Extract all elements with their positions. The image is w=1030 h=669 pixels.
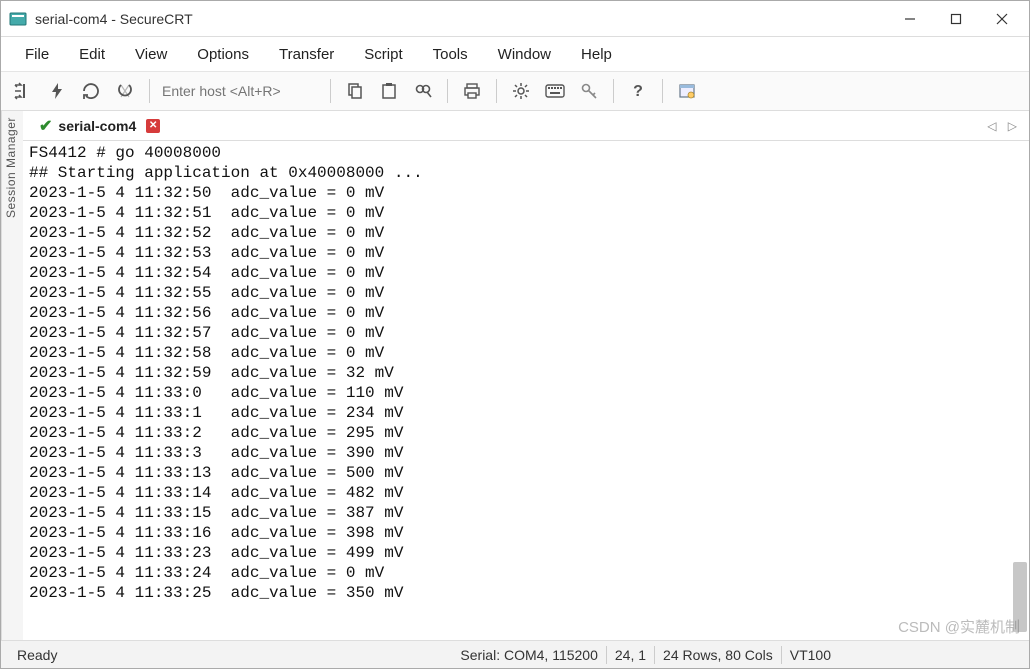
toolbar-separator	[447, 79, 448, 103]
menu-file[interactable]: File	[13, 42, 61, 67]
status-serial: Serial: COM4, 115200	[454, 647, 603, 663]
tab-nav-arrows[interactable]: ◁ ▷	[987, 119, 1021, 133]
terminal-lines: FS4412 # go 40008000 ## Starting applica…	[29, 143, 1023, 603]
reconnect-icon[interactable]	[77, 77, 105, 105]
tab-close-icon[interactable]: ✕	[146, 119, 160, 133]
status-cursor: 24, 1	[609, 647, 652, 663]
menu-edit[interactable]: Edit	[67, 42, 117, 67]
menu-transfer[interactable]: Transfer	[267, 42, 346, 67]
find-icon[interactable]	[409, 77, 437, 105]
toolbar-separator	[662, 79, 663, 103]
paste-icon[interactable]	[375, 77, 403, 105]
toolbar-separator	[330, 79, 331, 103]
menu-window[interactable]: Window	[486, 42, 563, 67]
title-bar: serial-com4 - SecureCRT	[1, 1, 1029, 37]
status-bar: Ready Serial: COM4, 115200 24, 1 24 Rows…	[1, 640, 1029, 668]
key-icon[interactable]	[575, 77, 603, 105]
minimize-button[interactable]	[887, 3, 933, 35]
window-title: serial-com4 - SecureCRT	[35, 11, 887, 27]
maximize-button[interactable]	[933, 3, 979, 35]
gear-icon[interactable]	[507, 77, 535, 105]
session-options-icon[interactable]	[673, 77, 701, 105]
app-icon	[9, 10, 27, 28]
keyboard-icon[interactable]	[541, 77, 569, 105]
toolbar-separator	[496, 79, 497, 103]
terminal-output[interactable]: FS4412 # go 40008000 ## Starting applica…	[23, 141, 1029, 640]
toolbar: ?	[1, 71, 1029, 111]
menu-tools[interactable]: Tools	[421, 42, 480, 67]
print-icon[interactable]	[458, 77, 486, 105]
status-term: VT100	[784, 647, 837, 663]
status-size: 24 Rows, 80 Cols	[657, 647, 779, 663]
copy-icon[interactable]	[341, 77, 369, 105]
host-input[interactable]	[160, 79, 320, 103]
tab-label: serial-com4	[58, 118, 136, 134]
status-ready: Ready	[11, 647, 63, 663]
help-icon[interactable]: ?	[624, 77, 652, 105]
scrollbar-thumb[interactable]	[1013, 562, 1027, 632]
tab-bar: ✔ serial-com4 ✕ ◁ ▷	[23, 111, 1029, 141]
connect-icon[interactable]	[9, 77, 37, 105]
menu-options[interactable]: Options	[185, 42, 261, 67]
quick-connect-icon[interactable]	[43, 77, 71, 105]
connected-check-icon: ✔	[39, 116, 52, 136]
menu-help[interactable]: Help	[569, 42, 624, 67]
close-button[interactable]	[979, 3, 1025, 35]
toolbar-separator	[613, 79, 614, 103]
disconnect-icon[interactable]	[111, 77, 139, 105]
menu-bar: File Edit View Options Transfer Script T…	[1, 37, 1029, 71]
svg-text:?: ?	[633, 83, 643, 100]
toolbar-separator	[149, 79, 150, 103]
menu-view[interactable]: View	[123, 42, 179, 67]
session-manager-tab[interactable]: Session Manager	[1, 111, 23, 640]
tab-serial-com4[interactable]: ✔ serial-com4 ✕	[31, 112, 168, 140]
menu-script[interactable]: Script	[352, 42, 414, 67]
